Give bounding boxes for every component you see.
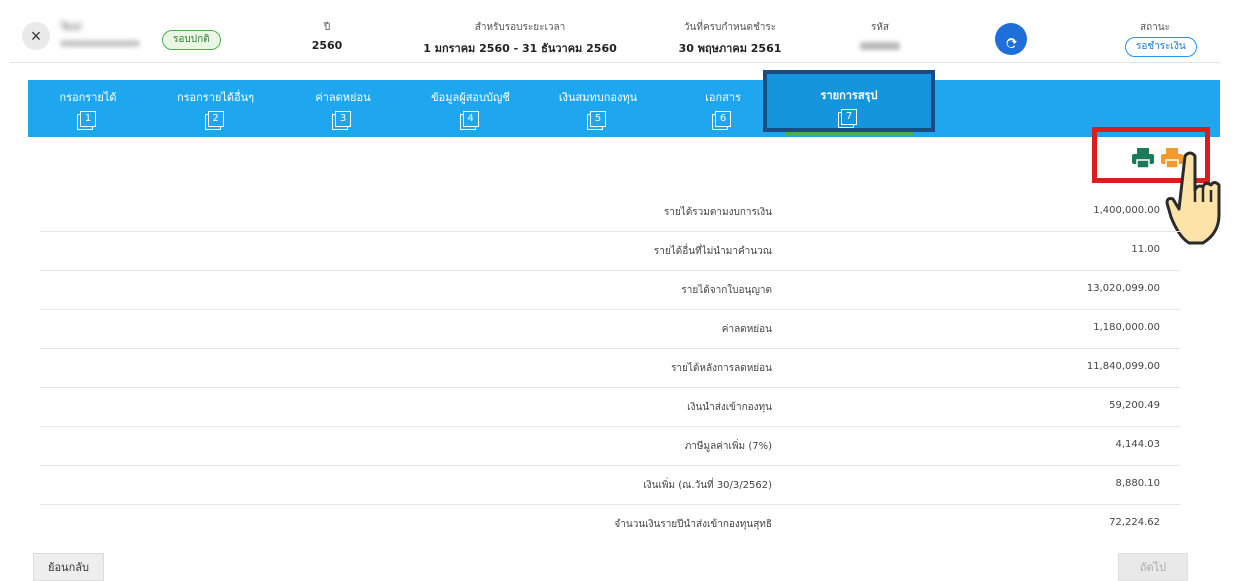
row-label: รายได้หลังการลดหย่อน xyxy=(671,363,772,374)
tab-number-icon: 3 xyxy=(335,111,351,127)
period-value: 1 มกราคม 2560 - 31 ธันวาคม 2560 xyxy=(423,42,617,55)
tab-deductions[interactable]: ค่าลดหย่อน 3 xyxy=(283,80,403,137)
row-value: 1,180,000.00 xyxy=(1093,322,1160,333)
tab-number-icon: 2 xyxy=(207,111,224,127)
row-label: รายได้จากใบอนุญาต xyxy=(681,285,772,296)
tab-summary[interactable]: รายการสรุป 7 xyxy=(763,70,935,136)
row-value: 8,880.10 xyxy=(1115,478,1160,489)
row-label: เงินนำส่งเข้ากองทุน xyxy=(687,402,772,413)
code-value-blurred xyxy=(860,42,900,50)
row-label: เงินเพิ่ม (ณ.วันที่ 30/3/2562) xyxy=(643,480,772,491)
list-item: เงินนำส่งเข้ากองทุน 59,200.49 xyxy=(40,388,1180,427)
list-item: ภาษีมูลค่าเพิ่ม (7%) 4,144.03 xyxy=(40,427,1180,466)
row-label: รายได้รวมตามงบการเงิน xyxy=(663,207,772,218)
code-field: รหัส xyxy=(840,20,920,54)
status-label: สถานะ xyxy=(1140,22,1170,33)
round-badge: รอบปกติ xyxy=(162,30,221,50)
tab-income[interactable]: กรอกรายได้ 1 xyxy=(28,80,148,137)
tab-number-icon: 5 xyxy=(590,111,606,127)
year-field: ปี 2560 xyxy=(302,20,352,52)
close-icon: × xyxy=(30,26,42,46)
due-date-label: วันที่ครบกำหนดชำระ xyxy=(683,22,777,33)
year-label: ปี xyxy=(323,22,331,33)
status-badge: รอชำระเงิน xyxy=(1125,37,1197,57)
row-value: 13,020,099.00 xyxy=(1086,283,1160,294)
code-label: รหัส xyxy=(870,22,890,33)
list-item: เงินเพิ่ม (ณ.วันที่ 30/3/2562) 8,880.10 xyxy=(40,466,1180,505)
tab-label: ข้อมูลผู้สอบบัญชี xyxy=(431,91,510,104)
due-date-value: 30 พฤษภาคม 2561 xyxy=(678,42,782,55)
tab-label: รายการสรุป xyxy=(820,89,878,102)
refresh-icon xyxy=(1006,37,1017,48)
row-value: 59,200.49 xyxy=(1109,400,1160,411)
row-label: ค่าลดหย่อน xyxy=(721,324,772,335)
year-value: 2560 xyxy=(311,39,343,52)
user-name: Test xyxy=(60,20,82,33)
tab-label: เงินสมทบกองทุน xyxy=(558,91,638,104)
back-button[interactable]: ย้อนกลับ xyxy=(33,553,104,581)
tab-label: กรอกรายได้อื่นๆ xyxy=(176,91,255,104)
user-id-blurred xyxy=(60,40,140,47)
summary-list: รายได้รวมตามงบการเงิน 1,400,000.00 รายได… xyxy=(40,193,1180,543)
row-value: 4,144.03 xyxy=(1115,439,1160,450)
list-item: รายได้รวมตามงบการเงิน 1,400,000.00 xyxy=(40,193,1180,232)
return-header: × Test รอบปกติ ปี 2560 สำหรับรอบระยะเวลา… xyxy=(10,10,1220,63)
tab-number-icon: 4 xyxy=(462,111,479,127)
step-tab-bar: กรอกรายได้ 1 กรอกรายได้อื่นๆ 2 ค่าลดหย่อ… xyxy=(28,70,1220,137)
due-date-field: วันที่ครบกำหนดชำระ 30 พฤษภาคม 2561 xyxy=(660,20,800,57)
tab-number-icon: 7 xyxy=(841,109,857,125)
row-value: 11.00 xyxy=(1131,244,1160,255)
list-item: รายได้หลังการลดหย่อน 11,840,099.00 xyxy=(40,349,1180,388)
list-item: ค่าลดหย่อน 1,180,000.00 xyxy=(40,310,1180,349)
row-value: 11,840,099.00 xyxy=(1086,361,1160,372)
row-value: 72,224.62 xyxy=(1109,517,1160,528)
next-button[interactable]: ถัดไป xyxy=(1118,553,1188,581)
row-label: ภาษีมูลค่าเพิ่ม (7%) xyxy=(684,441,772,452)
list-item: รายได้อื่นที่ไม่นำมาคำนวณ 11.00 xyxy=(40,232,1180,271)
row-label: รายได้อื่นที่ไม่นำมาคำนวณ xyxy=(653,246,772,257)
list-item: รายได้จากใบอนุญาต 13,020,099.00 xyxy=(40,271,1180,310)
period-label: สำหรับรอบระยะเวลา xyxy=(474,22,566,33)
row-label: จำนวนเงินรายปีนำส่งเข้ากองทุนสุทธิ xyxy=(614,519,772,530)
tab-number-icon: 6 xyxy=(715,111,731,127)
refresh-button[interactable] xyxy=(995,23,1027,55)
list-item: จำนวนเงินรายปีนำส่งเข้ากองทุนสุทธิ 72,22… xyxy=(40,505,1180,543)
tab-label: ค่าลดหย่อน xyxy=(315,91,371,104)
tab-auditor-info[interactable]: ข้อมูลผู้สอบบัญชี 4 xyxy=(408,80,533,137)
row-value: 1,400,000.00 xyxy=(1093,205,1160,216)
tab-other-income[interactable]: กรอกรายได้อื่นๆ 2 xyxy=(153,80,278,137)
period-field: สำหรับรอบระยะเวลา 1 มกราคม 2560 - 31 ธัน… xyxy=(410,20,630,57)
tab-fund-contribution[interactable]: เงินสมทบกองทุน 5 xyxy=(538,80,658,137)
print-icon[interactable] xyxy=(1131,147,1155,169)
tab-number-icon: 1 xyxy=(80,111,96,127)
close-button[interactable]: × xyxy=(22,22,50,50)
tab-label: กรอกรายได้ xyxy=(59,91,117,104)
